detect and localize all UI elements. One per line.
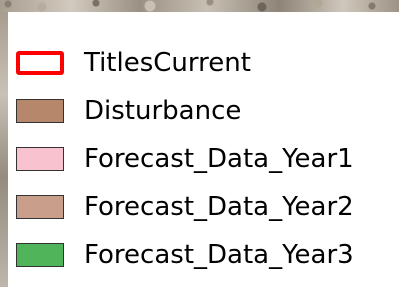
legend-swatch-forecast-year1 bbox=[16, 147, 64, 171]
legend-label: Forecast_Data_Year2 bbox=[84, 192, 354, 222]
legend-swatch-titles-current bbox=[16, 51, 64, 75]
legend-swatch-forecast-year3 bbox=[16, 243, 64, 267]
legend-label: TitlesCurrent bbox=[84, 48, 251, 78]
map-imagery-left-strip bbox=[0, 12, 8, 287]
legend-label: Forecast_Data_Year3 bbox=[84, 240, 354, 270]
map-legend-view: TitlesCurrent Disturbance Forecast_Data_… bbox=[0, 0, 399, 287]
legend-swatch-forecast-year2 bbox=[16, 195, 64, 219]
map-imagery-top-strip bbox=[0, 0, 399, 12]
legend-item-forecast-year2: Forecast_Data_Year2 bbox=[16, 192, 399, 226]
legend-label: Forecast_Data_Year1 bbox=[84, 144, 354, 174]
legend-item-forecast-year1: Forecast_Data_Year1 bbox=[16, 144, 399, 178]
legend-swatch-disturbance bbox=[16, 99, 64, 123]
legend-panel: TitlesCurrent Disturbance Forecast_Data_… bbox=[8, 12, 399, 287]
legend-label: Disturbance bbox=[84, 96, 242, 126]
legend-item-forecast-year3: Forecast_Data_Year3 bbox=[16, 240, 399, 274]
legend-item-titles-current: TitlesCurrent bbox=[16, 48, 399, 82]
legend-item-disturbance: Disturbance bbox=[16, 96, 399, 130]
